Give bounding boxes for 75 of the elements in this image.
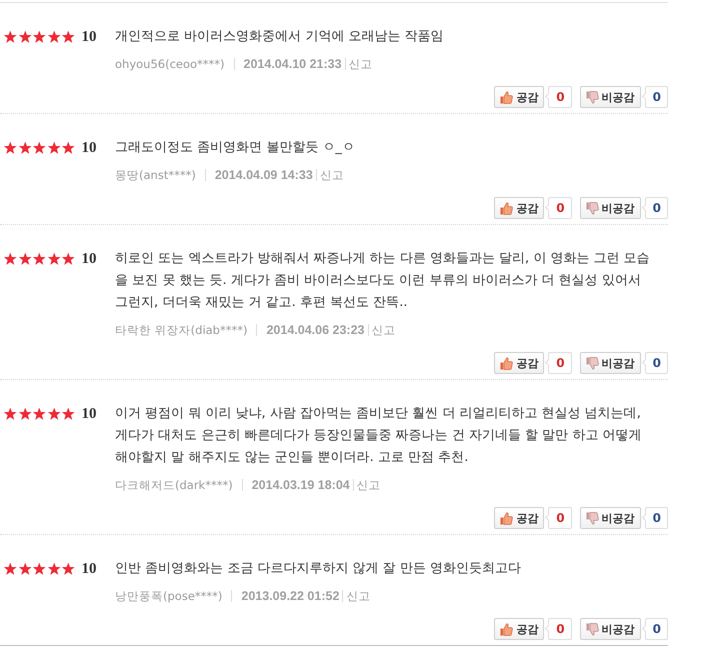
dislike-button[interactable]: 비공감	[580, 86, 641, 108]
dislike-count: 0	[640, 507, 668, 529]
star-icon	[46, 252, 61, 266]
rating-score: 10	[82, 405, 96, 423]
like-button[interactable]: 공감	[494, 507, 544, 529]
thumbs-down-icon	[586, 512, 599, 524]
review-date: 2014.04.09 14:33	[214, 168, 313, 182]
like-count: 0	[544, 618, 572, 640]
review-text: 그래도이정도 좀비영화면 볼만할듯 ㅇ_ㅇ	[115, 139, 356, 157]
like-button[interactable]: 공감	[494, 352, 544, 374]
dislike-button[interactable]: 비공감	[580, 507, 641, 529]
rating-score: 10	[82, 139, 96, 157]
star-icon	[32, 407, 46, 421]
review-author: ohyou56(ceoo****)	[115, 57, 225, 71]
dislike-button[interactable]: 비공감	[580, 352, 641, 374]
review-date: 2014.03.19 18:04	[252, 478, 350, 492]
star-icon	[3, 30, 18, 44]
like-count: 0	[544, 86, 572, 108]
star-icon	[32, 30, 46, 44]
thumbs-down-icon	[586, 622, 599, 636]
thumbs-down-icon	[586, 356, 599, 370]
like-count: 0	[544, 197, 572, 219]
like-count: 0	[544, 507, 572, 529]
star-icon	[18, 252, 32, 266]
thumbs-up-icon	[500, 512, 514, 524]
thumbs-up-icon	[500, 202, 514, 214]
review-date: 2014.04.06 23:23	[266, 323, 364, 337]
review-text: 개인적으로 바이러스영화중에서 기억에 오래남는 작품임	[115, 28, 445, 46]
dislike-count: 0	[640, 618, 668, 640]
like-button[interactable]: 공감	[494, 86, 544, 108]
like-button[interactable]: 공감	[494, 197, 544, 219]
star-icon	[32, 141, 46, 155]
dislike-count: 0	[640, 197, 668, 219]
dislike-button[interactable]: 비공감	[580, 618, 641, 640]
star-icon	[46, 407, 61, 421]
review-author: 낭만풍폭(pose****)	[115, 588, 222, 604]
review-text: 히로인 또는 엑스트라가 방해줘서 짜증나게 하는 다른 영화들과는 달리, 이 영화는 그런 모습을 보진 못 했는 듯. 게다가 좀비 바이러스보다도 이런 부류의 바이러스가 더 현실성 있어서 그런지, 더더욱 재밌는 거 같고. 후편 복선도 잔뜩..	[115, 250, 651, 312]
star-icon	[18, 141, 32, 155]
like-button[interactable]: 공감	[494, 618, 544, 640]
star-icon	[46, 30, 61, 44]
star-icon	[3, 252, 18, 266]
review-author: 다크해저드(dark****)	[115, 478, 233, 492]
like-count: 0	[544, 352, 572, 374]
review-date: 2014.04.10 21:33	[244, 57, 342, 71]
star-icon	[18, 407, 32, 421]
star-icon	[3, 562, 18, 576]
dislike-button[interactable]: 비공감	[580, 197, 641, 219]
review-text: 인반 좀비영화와는 조금 다르다지루하지 않게 잘 만든 영화인듯최고다	[115, 560, 522, 578]
thumbs-up-icon	[500, 90, 514, 104]
rating-score: 10	[82, 28, 96, 46]
star-icon	[3, 141, 18, 155]
star-icon	[61, 562, 76, 576]
dislike-count: 0	[640, 86, 668, 108]
rating-score: 10	[82, 250, 96, 268]
review-author: 타락한 위장자(diab****)	[115, 322, 248, 338]
thumbs-down-icon	[586, 202, 599, 214]
star-icon	[61, 252, 76, 266]
star-icon	[46, 141, 61, 155]
star-icon	[61, 30, 76, 44]
thumbs-up-icon	[500, 356, 514, 370]
review-text: 이거 평점이 뭐 이리 낮냐, 사람 잡아먹는 좀비보단 훨씬 더 리얼리티하고 현실성 넘치는데, 게다가 대처도 은근히 빠른데다가 등장인물들중 짜증나는 건 자기네들 할 말만 하고 어떻게 해야할지 말 해주지도 않는 군인들 뿐이더라. 고로 만점 추천.	[115, 405, 642, 467]
star-icon	[32, 252, 46, 266]
review-date: 2013.09.22 01:52	[241, 589, 340, 603]
thumbs-down-icon	[586, 90, 599, 104]
star-icon	[18, 30, 32, 44]
star-icon	[61, 141, 76, 155]
star-icon	[3, 407, 18, 421]
thumbs-up-icon	[500, 622, 514, 636]
review-author: 몽땅(anst****)	[115, 168, 196, 182]
star-icon	[18, 562, 32, 576]
dislike-count: 0	[640, 352, 668, 374]
rating-score: 10	[82, 560, 96, 578]
star-icon	[32, 562, 46, 576]
star-icon	[46, 562, 61, 576]
star-icon	[61, 407, 76, 421]
